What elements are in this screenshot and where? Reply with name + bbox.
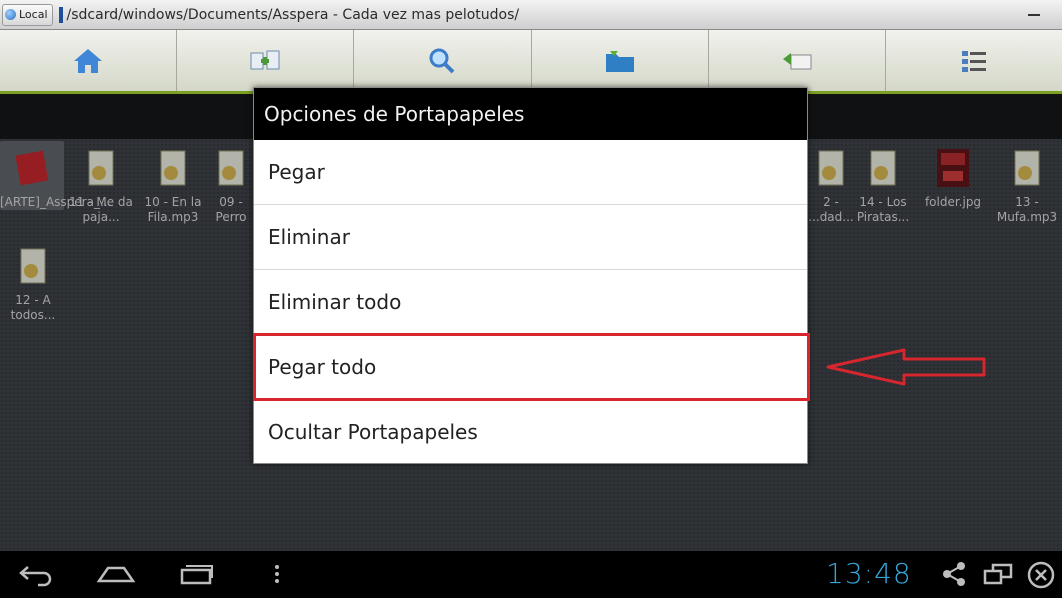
dialog-title: Opciones de Portapapeles (254, 88, 807, 140)
back-icon[interactable] (18, 561, 54, 587)
recent-apps-icon[interactable] (178, 561, 214, 587)
new-folder-button[interactable] (532, 30, 709, 91)
clipboard-back-button[interactable] (709, 30, 886, 91)
window-icon[interactable] (982, 561, 1014, 587)
home-icon[interactable] (96, 561, 136, 587)
option-eliminar-todo[interactable]: Eliminar todo (254, 270, 807, 335)
clipboard-back-icon (782, 52, 812, 69)
search-button[interactable] (354, 30, 532, 91)
folder-icon (605, 50, 634, 72)
option-pegar[interactable]: Pegar (254, 140, 807, 205)
search-icon (429, 48, 455, 73)
local-label: Local (19, 8, 48, 21)
option-ocultar-portapapeles[interactable]: Ocultar Portapapeles (254, 400, 807, 465)
home-icon (74, 48, 103, 73)
list-view-button[interactable] (886, 30, 1062, 91)
current-path[interactable]: /sdcard/windows/Documents/Asspera - Cada… (67, 7, 520, 23)
clock: 13:48 (826, 557, 912, 590)
toolbar (0, 30, 1062, 94)
minimize-icon[interactable] (1028, 14, 1040, 16)
globe-icon (5, 9, 16, 20)
list-view-icon (961, 50, 986, 72)
close-icon[interactable] (1026, 560, 1056, 590)
pointer-arrow-icon (826, 348, 986, 386)
share-icon[interactable] (940, 561, 968, 587)
option-eliminar[interactable]: Eliminar (254, 205, 807, 270)
multi-select-icon (250, 50, 280, 69)
clipboard-options-dialog: Opciones de Portapapeles Pegar Eliminar … (253, 87, 808, 464)
path-separator (58, 6, 63, 23)
path-bar: Local /sdcard/windows/Documents/Asspera … (0, 0, 1062, 30)
option-pegar-todo[interactable]: Pegar todo (254, 335, 807, 400)
local-button[interactable]: Local (2, 3, 53, 26)
multi-select-button[interactable] (177, 30, 355, 91)
home-button[interactable] (0, 30, 178, 91)
menu-dots-icon[interactable] (270, 561, 284, 587)
